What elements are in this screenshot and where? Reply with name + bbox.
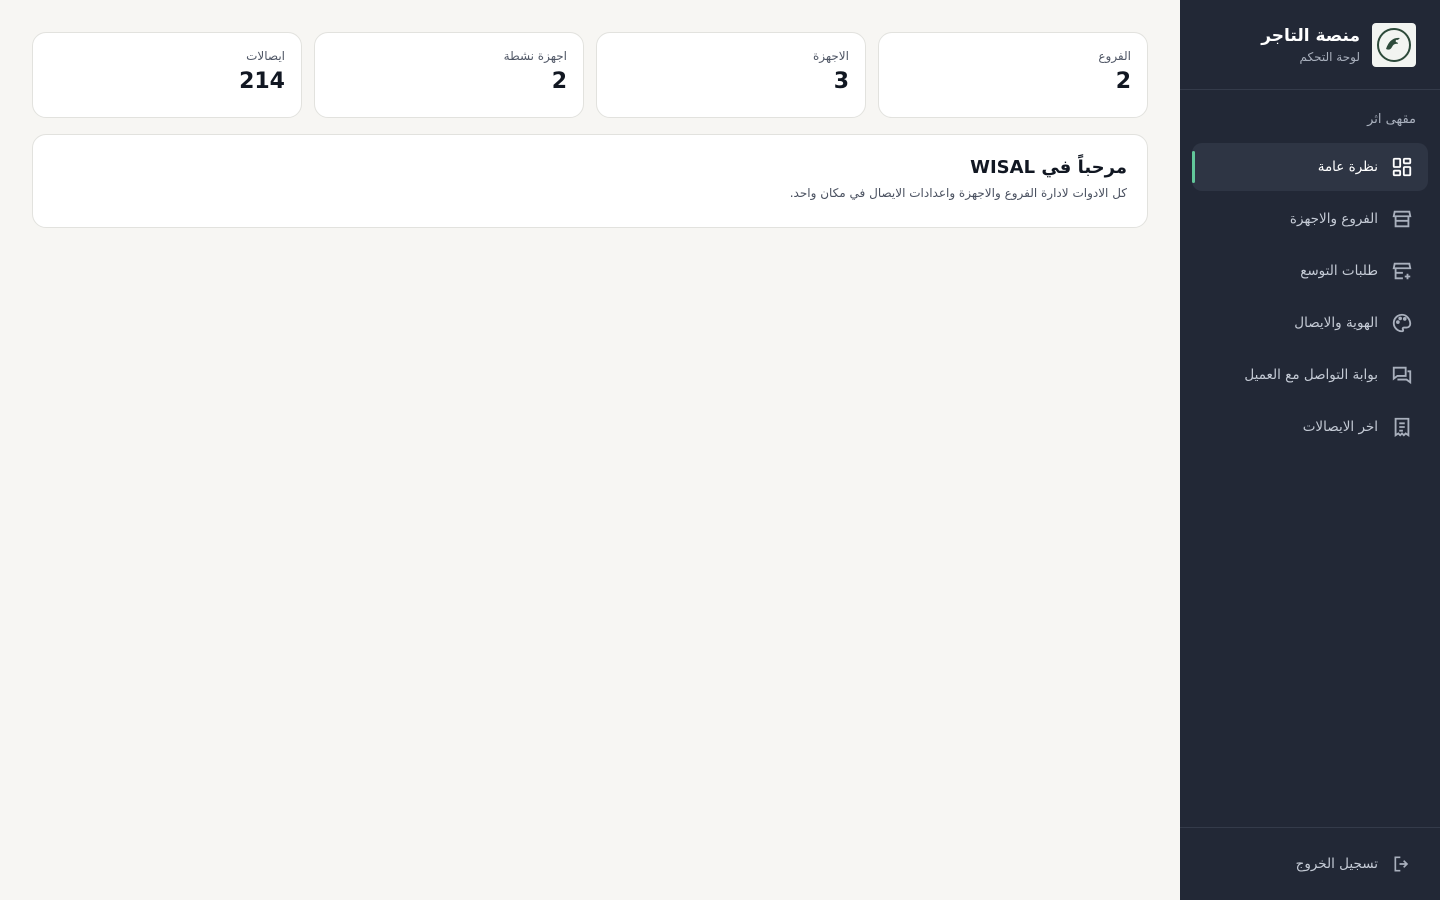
stat-label: الفروع: [1098, 49, 1131, 63]
stat-value: 3: [833, 69, 849, 94]
stat-card-active-devices: اجهزة نشطة 2: [314, 32, 584, 118]
stat-card-devices: الاجهزة 3: [596, 32, 866, 118]
store-icon: [1390, 207, 1414, 231]
welcome-card: مرحباً في WISAL كل الادوات لادارة الفروع…: [32, 134, 1148, 228]
app-title: منصة التاجر: [1261, 25, 1360, 46]
sidebar-item-label: نظرة عامة: [1317, 159, 1378, 175]
sidebar-item-overview[interactable]: نظرة عامة: [1192, 143, 1428, 191]
logout-label: تسجيل الخروج: [1295, 856, 1378, 872]
stats-row: الفروع 2 الاجهزة 3 اجهزة نشطة 2 ايصالات …: [32, 32, 1148, 118]
add-store-icon: [1390, 259, 1414, 283]
sidebar-item-label: اخر الايصالات: [1302, 419, 1378, 435]
logout-button[interactable]: تسجيل الخروج: [1180, 827, 1440, 900]
sidebar-item-label: بوابة التواصل مع العميل: [1244, 367, 1378, 383]
palette-icon: [1390, 311, 1414, 335]
logout-icon: [1390, 852, 1414, 876]
stat-card-receipts: ايصالات 214: [32, 32, 302, 118]
stat-label: اجهزة نشطة: [503, 49, 567, 63]
stat-value: 2: [1115, 69, 1131, 94]
welcome-text: كل الادوات لادارة الفروع والاجهزة واعداد…: [789, 186, 1127, 200]
stat-label: ايصالات: [246, 49, 285, 63]
receipt-icon: [1390, 415, 1414, 439]
sidebar: منصة التاجر لوحة التحكم مقهى اثر نظرة عا…: [1180, 0, 1440, 900]
stat-label: الاجهزة: [812, 49, 849, 63]
stat-value: 2: [551, 69, 567, 94]
sidebar-item-branches[interactable]: الفروع والاجهزة: [1192, 195, 1428, 243]
stat-card-branches: الفروع 2: [878, 32, 1148, 118]
sidebar-item-expansion-requests[interactable]: طلبات التوسع: [1192, 247, 1428, 295]
sidebar-item-label: الفروع والاجهزة: [1289, 211, 1378, 227]
sidebar-nav: نظرة عامة الفروع والاجهزة طلبات التوسع ا…: [1180, 143, 1440, 451]
app-subtitle: لوحة التحكم: [1299, 49, 1361, 64]
dashboard-icon: [1390, 155, 1414, 179]
main-content: الفروع 2 الاجهزة 3 اجهزة نشطة 2 ايصالات …: [0, 0, 1180, 900]
brand-header: منصة التاجر لوحة التحكم: [1180, 0, 1440, 90]
sidebar-item-identity-receipt[interactable]: الهوية والايصال: [1192, 299, 1428, 347]
sidebar-item-latest-receipts[interactable]: اخر الايصالات: [1192, 403, 1428, 451]
sidebar-item-label: طلبات التوسع: [1300, 263, 1378, 279]
stat-value: 214: [239, 69, 285, 94]
sidebar-item-customer-portal[interactable]: بوابة التواصل مع العميل: [1192, 351, 1428, 399]
sidebar-item-label: الهوية والايصال: [1294, 315, 1378, 331]
welcome-title: مرحباً في WISAL: [970, 157, 1127, 178]
chat-icon: [1390, 363, 1414, 387]
logo: [1372, 22, 1416, 67]
store-name: مقهى اثر: [1367, 112, 1416, 127]
